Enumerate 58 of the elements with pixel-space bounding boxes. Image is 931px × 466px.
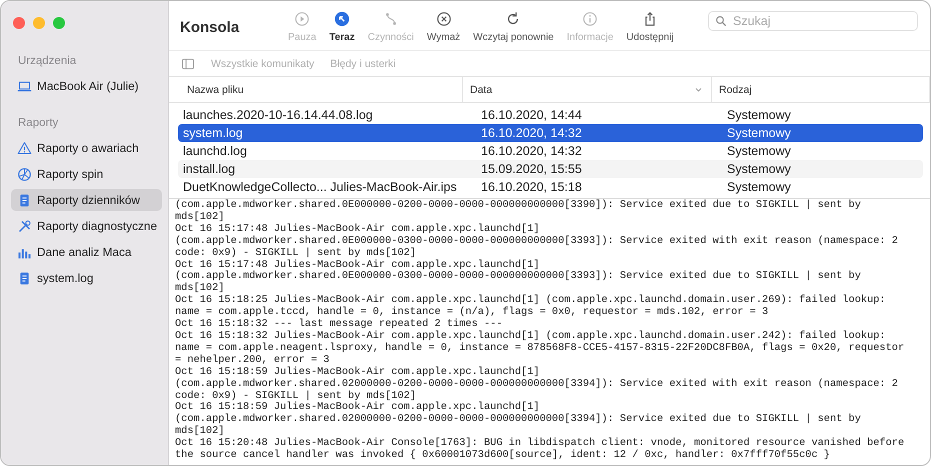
search-icon <box>715 15 727 27</box>
warning-icon <box>17 140 32 156</box>
zoom-button[interactable] <box>53 17 65 29</box>
column-header[interactable]: Nazwa pliku <box>169 77 463 102</box>
sidebar-item[interactable]: system.log <box>11 267 162 289</box>
sidebar-item[interactable]: Raporty spin <box>11 163 162 185</box>
log-line: Oct 16 15:18:59 Julies-MacBook-Air com.apple.xpc.launchd[1] <box>175 402 541 414</box>
sidebar-item[interactable]: Dane analiz Maca <box>11 241 162 263</box>
toolbar-button[interactable]: Wczytaj ponownie <box>473 11 554 43</box>
sidebar-toggle-icon <box>181 56 195 70</box>
log-line: Oct 16 15:18:32 --- last message repeated 2 times --- <box>175 319 504 330</box>
toolbar-button[interactable]: Wymaż <box>426 11 460 43</box>
log-line: Oct 16 15:17:48 Julies-MacBook-Air com.apple.xpc.launchd[1] <box>175 224 541 236</box>
window-title: Konsola <box>180 19 240 36</box>
search-field[interactable]: Szukaj <box>708 11 918 31</box>
table-row[interactable]: launchd.log 16.10.2020, 14:32 Systemowy <box>178 142 923 160</box>
log-line: (com.apple.mdworker.shared.02000000-0200-0000-0000-000000000000[3394]): Service exited with exit reason (namespace: 2 <box>175 378 899 390</box>
log-line: mds[102] <box>175 212 226 224</box>
table-row[interactable]: install.log 15.09.2020, 15:55 Systemowy <box>178 160 923 178</box>
log-line: Oct 16 15:18:25 Julies-MacBook-Air com.apple.xpc.launchd[1] (com.apple.xpc.launchd.domain.user.269): failed lookup: <box>175 295 887 306</box>
sort-caret-icon <box>694 85 703 94</box>
tools-icon <box>17 218 32 234</box>
sidebar-item[interactable]: MacBook Air (Julie) <box>11 75 162 97</box>
toolbar-button[interactable]: Udostępnij <box>626 11 674 43</box>
log-line: name = com.apple.tccd, handle = 0, instance = (n/a), flags = 0x0, requestor = mds.102, error = 3 <box>175 307 770 318</box>
log-line: name = com.apple.neagent.lsproxy, handle = 0, instance = 878568F8-CCE5-4157-8315-22F20DC8FB0A, flags = 0x20, requestor <box>175 342 906 354</box>
table-row[interactable]: DuetKnowledgeCollecto... Julies-MacBook-Air.ips 16.10.2020, 15:18 Systemowy <box>178 178 923 196</box>
log-line: Oct 16 15:18:32 Julies-MacBook-Air com.apple.xpc.launchd[1] (com.apple.xpc.launchd.domain.user.242): failed lookup: <box>175 330 887 342</box>
log-line: (com.apple.mdworker.shared.0E000000-0200-0000-0000-000000000000[3390]): Service exited due to SIGKILL | sent by <box>175 200 862 212</box>
column-header[interactable]: Data <box>463 77 712 102</box>
minimize-button[interactable] <box>33 17 45 29</box>
log-line: (com.apple.mdworker.shared.0E000000-0300-0000-0000-000000000000[3393]): Service exited with exit reason (namespace: 2 <box>175 236 899 248</box>
sidebar-item[interactable]: Raporty o awariach <box>11 137 162 159</box>
log-line: (com.apple.mdworker.shared.0E000000-0300-0000-0000-000000000000[3393]): Service exited due to SIGKILL | sent by <box>175 271 862 282</box>
log-line: mds[102] <box>175 283 226 295</box>
log-line: code: 0x9) - SIGKILL | sent by mds[102] <box>175 248 417 260</box>
close-button[interactable] <box>13 17 25 29</box>
log-line: Oct 16 15:17:48 Julies-MacBook-Air com.apple.xpc.launchd[1] <box>175 260 540 271</box>
log-line: the source cancel handler was invoked { 0x60001073d600[source], ident: 12 / 0xc, handler: 0x7fff70f55c0c } <box>175 450 831 462</box>
spin-icon <box>17 166 32 182</box>
clear-icon <box>436 11 452 27</box>
table-row[interactable]: system.log 16.10.2020, 14:32 Systemowy <box>178 124 923 142</box>
sidebar-item[interactable]: Raporty diagnostyczne <box>11 215 162 237</box>
column-header[interactable]: Rodzaj <box>712 77 930 102</box>
log-line: Oct 16 15:18:59 Julies-MacBook-Air com.apple.xpc.launchd[1] <box>175 366 541 378</box>
table-row[interactable]: launches.2020-10-16.14.44.08.log 16.10.2020, 14:44 Systemowy <box>178 106 923 124</box>
play-circle-icon <box>294 11 310 27</box>
log-line: mds[102] <box>175 426 226 438</box>
sidebar-item[interactable]: Raporty dzienników <box>11 189 162 211</box>
info-icon <box>582 11 598 27</box>
toolbar-button[interactable]: Teraz <box>329 11 355 43</box>
log-line: code: 0x9) - SIGKILL | sent by mds[102] <box>175 390 417 402</box>
log-line: = nehelper.200, error = 3 <box>175 354 330 366</box>
log-line: (com.apple.mdworker.shared.02000000-0200-0000-0000-000000000000[3394]): Service exited due to SIGKILL | sent by <box>175 414 862 426</box>
sidebar-section-title: Raporty <box>17 117 60 129</box>
sidebar-section-title: Urządzenia <box>17 55 78 67</box>
log-line: Oct 16 15:20:48 Julies-MacBook-Air Console[1763]: BUG in libdispatch client: vnode, monitored resource vanished before <box>175 438 906 450</box>
arrow-circle-icon <box>334 11 350 27</box>
